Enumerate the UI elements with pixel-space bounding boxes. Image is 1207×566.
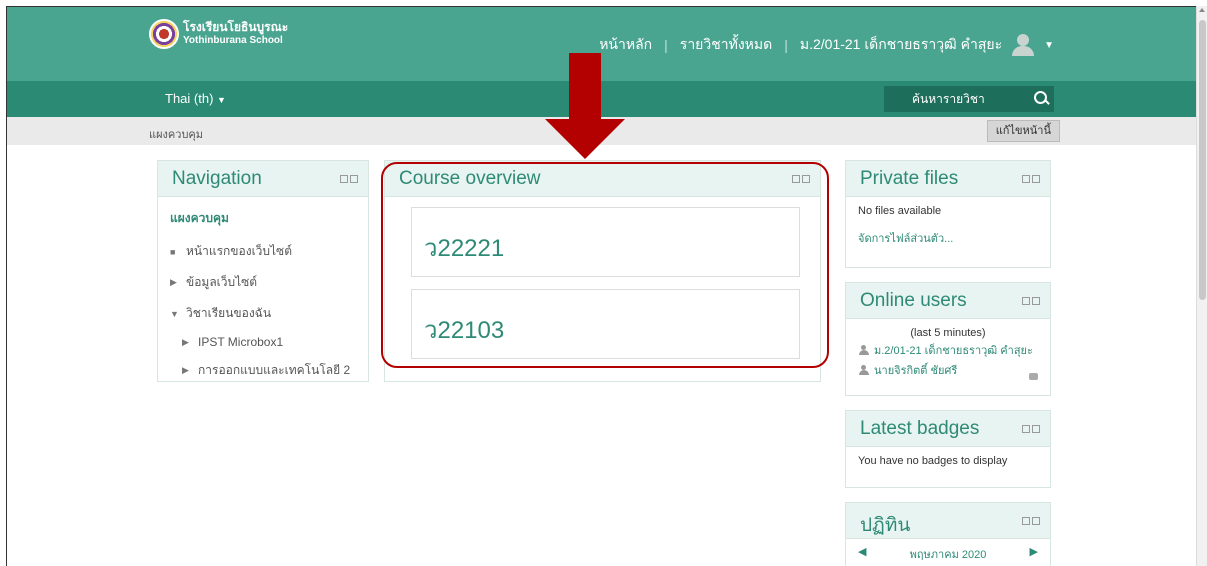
manage-files-link[interactable]: จัดการไฟล์ส่วนตัว... <box>858 229 1038 247</box>
nav-item-my-courses[interactable]: ▼ วิชาเรียนของฉัน <box>170 304 356 323</box>
nav-item-label: ข้อมูลเว็บไซต์ <box>186 275 258 289</box>
nav-root-dashboard[interactable]: แผงควบคุม <box>170 209 356 228</box>
online-user-name[interactable]: นายจิรกิตติ์ ชัยศรี <box>874 361 957 379</box>
collapse-icon[interactable] <box>1032 517 1040 525</box>
nav-all-courses-link[interactable]: รายวิชาทั้งหมด <box>680 34 772 56</box>
nav-course-design-tech[interactable]: ▶ การออกแบบและเทคโนโลยี 2 <box>170 361 356 380</box>
school-seal-icon <box>149 19 179 49</box>
navigation-block: Navigation แผงควบคุม ■ หน้าแรกของเว็บไซต… <box>157 160 369 382</box>
block-title: Private files <box>860 168 959 189</box>
collapse-icon[interactable] <box>1032 425 1040 433</box>
course-search[interactable]: ค้นหารายวิชา <box>884 86 1054 112</box>
nav-separator: | <box>664 37 668 53</box>
user-icon <box>858 345 870 355</box>
language-menu[interactable]: Thai (th) ▼ <box>165 91 226 106</box>
browser-viewport: โรงเรียนโยธินบูรณะ Yothinburana School ห… <box>6 6 1196 566</box>
expand-arrow-icon: ▶ <box>182 336 189 347</box>
search-input[interactable]: ค้นหารายวิชา <box>912 90 1028 109</box>
collapse-icon[interactable] <box>1032 297 1040 305</box>
dock-icon[interactable] <box>1022 425 1030 433</box>
expand-arrow-icon: ▶ <box>182 365 189 375</box>
nav-item-label: วิชาเรียนของฉัน <box>186 306 272 320</box>
dock-icon[interactable] <box>1022 297 1030 305</box>
avatar[interactable] <box>1010 34 1036 56</box>
dock-icon[interactable] <box>1022 175 1030 183</box>
online-user-name[interactable]: ม.2/01-21 เด็กชายธราวุฒิ คำสุยะ <box>874 341 1033 359</box>
dock-icon[interactable] <box>1022 517 1030 525</box>
calendar-block: ปฏิทิน ◀ พฤษภาคม 2020 ▶ <box>845 502 1051 566</box>
nav-item-label: IPST Microbox1 <box>198 335 284 349</box>
nav-item-site-home[interactable]: ■ หน้าแรกของเว็บไซต์ <box>170 242 356 261</box>
online-period: (last 5 minutes) <box>910 327 986 339</box>
nav-item-site-info[interactable]: ▶ ข้อมูลเว็บไซต์ <box>170 273 356 292</box>
block-controls[interactable] <box>1022 517 1040 525</box>
nav-item-label: การออกแบบและเทคโนโลยี 2 <box>198 363 351 377</box>
block-title: ปฏิทิน <box>860 515 911 536</box>
no-badges-text: You have no badges to display <box>858 455 1008 467</box>
nav-separator: | <box>784 37 788 53</box>
next-month-icon[interactable]: ▶ <box>1030 545 1038 563</box>
collapse-icon[interactable] <box>350 175 358 183</box>
block-controls[interactable] <box>1022 175 1040 183</box>
block-controls[interactable] <box>1022 425 1040 433</box>
highlight-box <box>381 162 829 368</box>
online-user-item[interactable]: นายจิรกิตติ์ ชัยศรี <box>858 361 1038 379</box>
down-arrow-icon <box>545 53 625 159</box>
bullet-icon: ■ <box>170 246 176 257</box>
calendar-month: พฤษภาคม 2020 <box>909 549 987 561</box>
online-user-item[interactable]: ม.2/01-21 เด็กชายธราวุฒิ คำสุยะ <box>858 341 1038 359</box>
user-menu-caret-icon[interactable]: ▼ <box>1044 40 1054 51</box>
block-title: Navigation <box>172 168 262 189</box>
language-caret-icon: ▼ <box>217 95 226 105</box>
language-label: Thai (th) <box>165 91 214 106</box>
user-name[interactable]: ม.2/01-21 เด็กชายธราวุฒิ คำสุยะ <box>800 34 1002 56</box>
expand-arrow-icon: ▶ <box>170 277 177 287</box>
edit-page-button[interactable]: แก้ไขหน้านี้ <box>986 120 1060 142</box>
block-controls[interactable] <box>340 175 358 183</box>
logo-thai-text: โรงเรียนโยธินบูรณะ <box>183 20 289 34</box>
online-users-block: Online users (last 5 minutes) ม.2/01-21 … <box>845 282 1051 396</box>
private-files-block: Private files No files available จัดการไ… <box>845 160 1051 268</box>
empty-files-text: No files available <box>858 205 942 217</box>
collapse-arrow-icon: ▼ <box>170 308 179 319</box>
scrollbar[interactable] <box>1196 6 1207 566</box>
logo-english-text: Yothinburana School <box>183 35 283 46</box>
nav-course-ipst[interactable]: ▶ IPST Microbox1 <box>170 335 356 349</box>
message-icon[interactable] <box>1029 373 1038 380</box>
nav-item-label: หน้าแรกของเว็บไซต์ <box>186 244 292 258</box>
block-controls[interactable] <box>1022 297 1040 305</box>
search-icon[interactable] <box>1028 86 1054 112</box>
collapse-icon[interactable] <box>1032 175 1040 183</box>
top-navigation: หน้าหลัก | รายวิชาทั้งหมด | ม.2/01-21 เด… <box>599 34 1054 56</box>
block-title: Online users <box>860 290 967 311</box>
scrollbar-thumb[interactable] <box>1199 20 1206 300</box>
breadcrumb[interactable]: แผงควบคุม <box>149 125 203 143</box>
user-icon <box>858 365 870 375</box>
dock-icon[interactable] <box>340 175 348 183</box>
latest-badges-block: Latest badges You have no badges to disp… <box>845 410 1051 488</box>
prev-month-icon[interactable]: ◀ <box>858 545 866 563</box>
block-title: Latest badges <box>860 418 980 439</box>
scroll-up-icon[interactable] <box>1199 8 1205 12</box>
school-logo[interactable]: โรงเรียนโยธินบูรณะ Yothinburana School <box>149 19 288 49</box>
